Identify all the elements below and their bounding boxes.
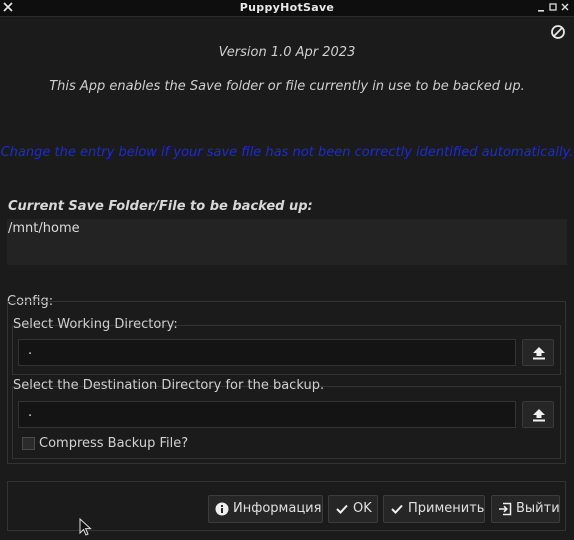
minimize-icon[interactable] bbox=[537, 1, 545, 18]
title-bar: PuppyHotSave bbox=[0, 0, 574, 17]
working-dir-browse-button[interactable] bbox=[522, 339, 554, 366]
dest-dir-browse-button[interactable] bbox=[522, 401, 554, 428]
compress-label[interactable]: Compress Backup File? bbox=[39, 436, 188, 451]
info-icon bbox=[215, 502, 229, 516]
current-save-value: /mnt/home bbox=[8, 221, 80, 236]
upload-icon bbox=[533, 347, 545, 360]
dest-dir-value: . bbox=[28, 405, 33, 420]
info-button[interactable]: Информация bbox=[208, 495, 323, 523]
working-dir-input[interactable]: . bbox=[18, 339, 516, 366]
working-dir-value: . bbox=[28, 343, 33, 358]
current-save-label: Current Save Folder/File to be backed up… bbox=[8, 199, 313, 214]
dest-dir-label: Select the Destination Directory for the… bbox=[13, 378, 325, 393]
quit-button[interactable]: Выйти bbox=[491, 495, 560, 523]
block-icon[interactable] bbox=[550, 24, 566, 40]
upload-icon bbox=[533, 409, 545, 422]
app-description: This App enables the Save folder or file… bbox=[49, 79, 525, 94]
dest-dir-input[interactable]: . bbox=[18, 401, 516, 428]
apply-button-label: Применить bbox=[408, 501, 485, 516]
current-save-field[interactable]: /mnt/home bbox=[7, 219, 567, 265]
maximize-icon[interactable] bbox=[549, 1, 557, 18]
exit-icon bbox=[499, 502, 512, 516]
check-icon bbox=[336, 504, 348, 514]
working-dir-label: Select Working Directory: bbox=[13, 317, 178, 332]
window-title: PuppyHotSave bbox=[239, 1, 335, 14]
quit-button-label: Выйти bbox=[516, 501, 560, 516]
apply-button[interactable]: Применить bbox=[383, 495, 485, 523]
mouse-cursor-icon bbox=[79, 517, 93, 540]
hint-text: Change the entry below if your save file… bbox=[0, 145, 574, 160]
version-text: Version 1.0 Apr 2023 bbox=[218, 45, 356, 60]
ok-button[interactable]: OK bbox=[328, 495, 378, 523]
compress-checkbox[interactable] bbox=[22, 437, 35, 450]
ok-button-label: OK bbox=[353, 501, 372, 516]
close-icon[interactable] bbox=[561, 1, 569, 18]
check-icon bbox=[391, 504, 403, 514]
info-button-label: Информация bbox=[233, 501, 322, 516]
